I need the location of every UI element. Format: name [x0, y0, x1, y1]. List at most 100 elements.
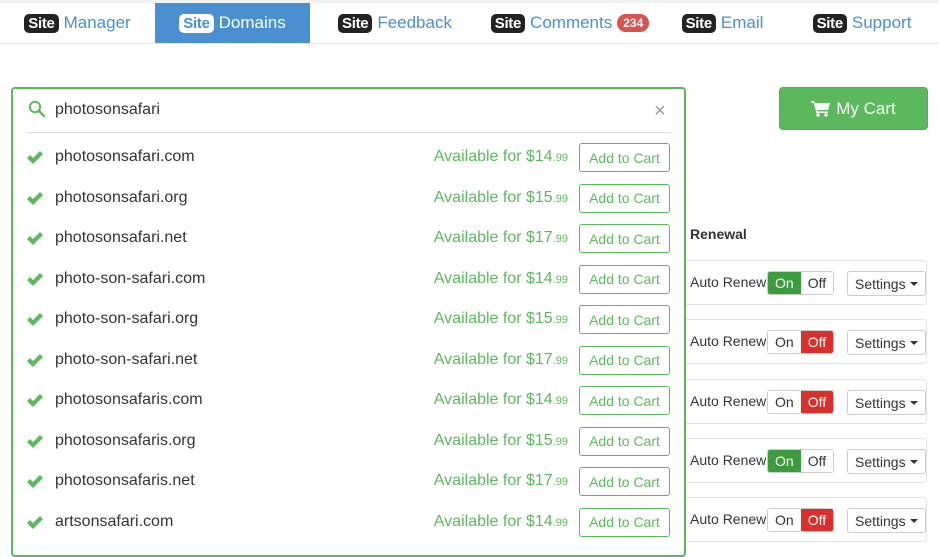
price-cents: .99: [552, 314, 568, 326]
add-to-cart-button[interactable]: Add to Cart: [579, 386, 670, 415]
renewal-row: Auto Renew On Off Settings: [678, 438, 927, 483]
add-to-cart-button[interactable]: Add to Cart: [579, 264, 670, 294]
domain-name: photosonsafaris.com: [55, 391, 203, 408]
auto-renew-toggle[interactable]: On Off: [767, 271, 835, 295]
domain-result-row: photosonsafari.com Available for $14.99 Ad…: [26, 138, 671, 178]
add-to-cart-button[interactable]: Add to Cart: [579, 507, 670, 537]
auto-renew-label: Auto Renew: [690, 511, 767, 527]
toggle-on-option[interactable]: On: [768, 331, 801, 353]
my-cart-button[interactable]: My Cart: [779, 87, 928, 130]
tab-email[interactable]: Site Email: [660, 3, 785, 43]
add-to-cart-button[interactable]: Add to Cart: [579, 143, 670, 172]
availability-price: Available for $17.99: [434, 472, 568, 490]
tab-label: Comments: [530, 13, 613, 32]
main-nav: Site Manager Site Domains Site Feedback …: [0, 3, 939, 44]
caret-down-icon: [909, 519, 918, 523]
availability-price: Available for $14.99: [434, 391, 568, 409]
site-logo-badge: Site: [179, 13, 214, 33]
domain-name: photo-son-safari.org: [55, 310, 199, 327]
price-dollars: 17: [534, 350, 553, 368]
site-logo-badge: Site: [24, 13, 59, 33]
site-logo-badge: Site: [812, 13, 847, 33]
tab-domains[interactable]: Site Domains: [155, 3, 310, 43]
price-cents: .99: [552, 476, 568, 488]
price-cents: .99: [552, 192, 568, 205]
toggle-on-option[interactable]: On: [768, 272, 801, 294]
domain-result-row: photosonsafaris.org Available for $15.99 A…: [26, 422, 671, 462]
domain-search-input[interactable]: [55, 97, 635, 123]
tab-label: Domains: [218, 13, 286, 32]
settings-dropdown-button[interactable]: Settings: [847, 330, 926, 355]
price-prefix: Available for $: [433, 431, 535, 449]
settings-label: Settings: [855, 453, 906, 470]
domain-result-row: photosonsafaris.net Available for $17.99 A…: [26, 462, 671, 502]
site-logo-badge: Site: [490, 13, 526, 33]
my-cart-label: My Cart: [836, 98, 896, 118]
price-dollars: 17: [534, 229, 553, 246]
price-cents: .99: [552, 152, 568, 164]
add-to-cart-button[interactable]: Add to Cart: [579, 345, 670, 375]
price-dollars: 14: [534, 269, 553, 287]
search-bar: ×: [26, 89, 671, 133]
tab-label: Email: [720, 13, 764, 32]
auto-renew-toggle[interactable]: On Off: [767, 390, 835, 414]
shopping-cart-icon: [811, 101, 831, 117]
renewal-row: Auto Renew On Off Settings: [678, 497, 927, 542]
tab-support[interactable]: Site Support: [785, 3, 939, 43]
domain-name: photosonsafari.com: [55, 148, 195, 165]
add-to-cart-button[interactable]: Add to Cart: [579, 426, 670, 456]
tab-label: Feedback: [377, 13, 452, 32]
availability-price: Available for $14.99: [434, 148, 568, 166]
add-to-cart-button[interactable]: Add to Cart: [579, 183, 670, 213]
auto-renew-toggle[interactable]: On Off: [767, 508, 835, 532]
add-to-cart-button[interactable]: Add to Cart: [579, 467, 670, 496]
settings-dropdown-button[interactable]: Settings: [847, 508, 926, 533]
availability-price: Available for $17.99: [434, 229, 568, 247]
auto-renew-toggle[interactable]: On Off: [767, 330, 835, 354]
domain-result-row: artsonsafari.com Available for $14.99 Add …: [26, 503, 671, 543]
check-icon: [27, 515, 43, 529]
toggle-on-option[interactable]: On: [768, 391, 801, 413]
price-dollars: 15: [534, 188, 553, 206]
add-to-cart-button[interactable]: Add to Cart: [579, 224, 670, 253]
renewal-row: Auto Renew On Off Settings: [678, 379, 927, 424]
renewal-row: Auto Renew On Off Settings: [678, 319, 927, 364]
domain-name: photo-son-safari.net: [55, 350, 198, 368]
availability-price: Available for $15.99: [434, 310, 568, 328]
toggle-on-option[interactable]: On: [768, 509, 801, 531]
settings-dropdown-button[interactable]: Settings: [847, 390, 926, 415]
tab-feedback[interactable]: Site Feedback: [310, 3, 480, 43]
renewal-row: Auto Renew On Off Settings: [678, 260, 927, 305]
settings-dropdown-button[interactable]: Settings: [847, 449, 926, 474]
price-prefix: Available for $: [433, 310, 535, 327]
tab-manager[interactable]: Site Manager: [0, 3, 155, 43]
price-prefix: Available for $: [433, 229, 535, 246]
domain-search-panel: × photosonsafari.comAvailable for $14.99…: [11, 87, 686, 557]
add-to-cart-button[interactable]: Add to Cart: [579, 305, 670, 334]
tab-comments[interactable]: Site Comments 234: [480, 3, 660, 43]
price-prefix: Available for $: [433, 350, 535, 368]
toggle-off-option[interactable]: Off: [800, 391, 834, 413]
domain-name: photosonsafari.org: [55, 188, 188, 206]
price-dollars: 15: [534, 431, 553, 449]
settings-dropdown-button[interactable]: Settings: [847, 271, 926, 296]
price-prefix: Available for $: [433, 269, 535, 287]
availability-price: Available for $17.99: [434, 351, 568, 369]
domain-result-row: photosonsafari.net Available for $17.99 Ad…: [26, 219, 671, 259]
toggle-off-option[interactable]: Off: [800, 450, 834, 472]
search-icon: [28, 100, 46, 118]
toggle-off-option[interactable]: Off: [800, 272, 834, 294]
auto-renew-toggle[interactable]: On Off: [767, 449, 835, 473]
close-icon[interactable]: ×: [654, 101, 666, 121]
domain-name: photosonsafaris.org: [55, 431, 196, 449]
tab-label: Manager: [63, 13, 131, 32]
toggle-off-option[interactable]: Off: [800, 509, 834, 531]
toggle-on-option[interactable]: On: [768, 450, 801, 472]
site-logo-badge: Site: [681, 13, 716, 33]
availability-price: Available for $14.99: [434, 513, 568, 531]
price-cents: .99: [552, 395, 568, 407]
settings-label: Settings: [855, 334, 906, 351]
caret-down-icon: [909, 460, 918, 464]
toggle-off-option[interactable]: Off: [800, 331, 834, 353]
check-icon: [27, 313, 43, 326]
